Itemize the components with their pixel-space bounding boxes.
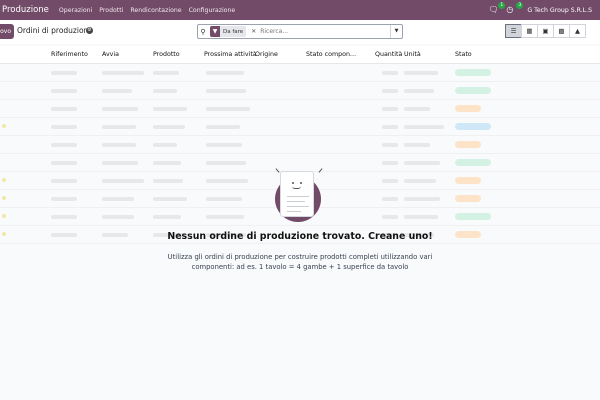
column-riferimento[interactable]: Riferimento bbox=[51, 51, 88, 58]
column-quantita[interactable]: Quantità bbox=[375, 51, 402, 58]
column-prossima-attivita[interactable]: Prossima attività bbox=[204, 51, 257, 58]
top-navbar: Produzione Operazioni Prodotti Rendicont… bbox=[0, 0, 600, 20]
column-avvia[interactable]: Avvia bbox=[102, 51, 119, 58]
sample-row bbox=[0, 118, 600, 136]
activities-badge: 3 bbox=[516, 2, 524, 9]
column-origine[interactable]: Origine bbox=[255, 51, 278, 58]
search-options-toggle[interactable]: ▼ bbox=[390, 25, 402, 38]
pivot-view-button[interactable]: ▩ bbox=[553, 24, 570, 38]
gear-icon[interactable]: ⚙ bbox=[86, 27, 93, 34]
menu-item-rendicontazione[interactable]: Rendicontazione bbox=[130, 7, 181, 14]
empty-state-illustration bbox=[272, 168, 326, 230]
menu-item-prodotti[interactable]: Prodotti bbox=[99, 7, 123, 14]
list-view-button[interactable]: ☰ bbox=[505, 24, 522, 38]
facet-label: Da fare bbox=[223, 28, 244, 35]
sample-row bbox=[0, 136, 600, 154]
column-stato-componenti[interactable]: Stato compon… bbox=[306, 51, 356, 58]
control-panel: Nuovo Ordini di produzione ⚙ ⚲ ▼ Da fare… bbox=[0, 20, 600, 44]
graph-icon: ▲ bbox=[575, 27, 580, 35]
breadcrumb: Ordini di produzione bbox=[17, 26, 93, 35]
search-facet: ▼ Da fare bbox=[210, 26, 247, 37]
graph-view-button[interactable]: ▲ bbox=[569, 24, 586, 38]
menu-item-configurazione[interactable]: Configurazione bbox=[189, 7, 236, 14]
chat-icon[interactable]: 🗨 1 bbox=[488, 2, 506, 15]
company-switcher[interactable]: G Tech Group S.R.L.S bbox=[527, 7, 592, 14]
clock-icon[interactable]: ◷ 3 bbox=[506, 2, 524, 15]
main-menu: Operazioni Prodotti Rendicontazione Conf… bbox=[59, 7, 242, 14]
calendar-view-button[interactable]: ▣ bbox=[537, 24, 554, 38]
view-switcher: ☰ ▦ ▣ ▩ ▲ bbox=[505, 24, 586, 38]
systray: 🗨 1 ◷ 3 G Tech Group S.R.L.S bbox=[482, 0, 592, 20]
list-header: Riferimento Avvia Prodotto Prossima atti… bbox=[0, 46, 600, 64]
list-icon: ☰ bbox=[510, 27, 517, 35]
kanban-view-button[interactable]: ▦ bbox=[521, 24, 538, 38]
sample-row bbox=[0, 100, 600, 118]
search-bar: ⚲ ▼ Da fare ✕ ▼ bbox=[197, 24, 403, 39]
sample-row bbox=[0, 64, 600, 82]
empty-state-title: Nessun ordine di produzione trovato. Cre… bbox=[167, 231, 433, 242]
search-icon: ⚲ bbox=[200, 27, 206, 36]
column-prodotto[interactable]: Prodotto bbox=[153, 51, 180, 58]
empty-state-description: Utilizza gli ordini di produzione per co… bbox=[167, 253, 433, 271]
app-title[interactable]: Produzione bbox=[2, 5, 49, 15]
filter-icon: ▼ bbox=[210, 26, 220, 37]
calendar-icon: ▣ bbox=[542, 27, 549, 35]
remove-facet-icon[interactable]: ✕ bbox=[251, 28, 256, 35]
pivot-icon: ▩ bbox=[558, 27, 565, 35]
search-input[interactable] bbox=[260, 28, 371, 35]
new-button[interactable]: Nuovo bbox=[0, 24, 14, 39]
messages-badge: 1 bbox=[498, 2, 506, 9]
kanban-icon: ▦ bbox=[526, 27, 533, 35]
column-stato[interactable]: Stato bbox=[455, 51, 472, 58]
column-unita[interactable]: Unità bbox=[404, 51, 421, 58]
sample-row bbox=[0, 82, 600, 100]
menu-item-operazioni[interactable]: Operazioni bbox=[59, 7, 92, 14]
